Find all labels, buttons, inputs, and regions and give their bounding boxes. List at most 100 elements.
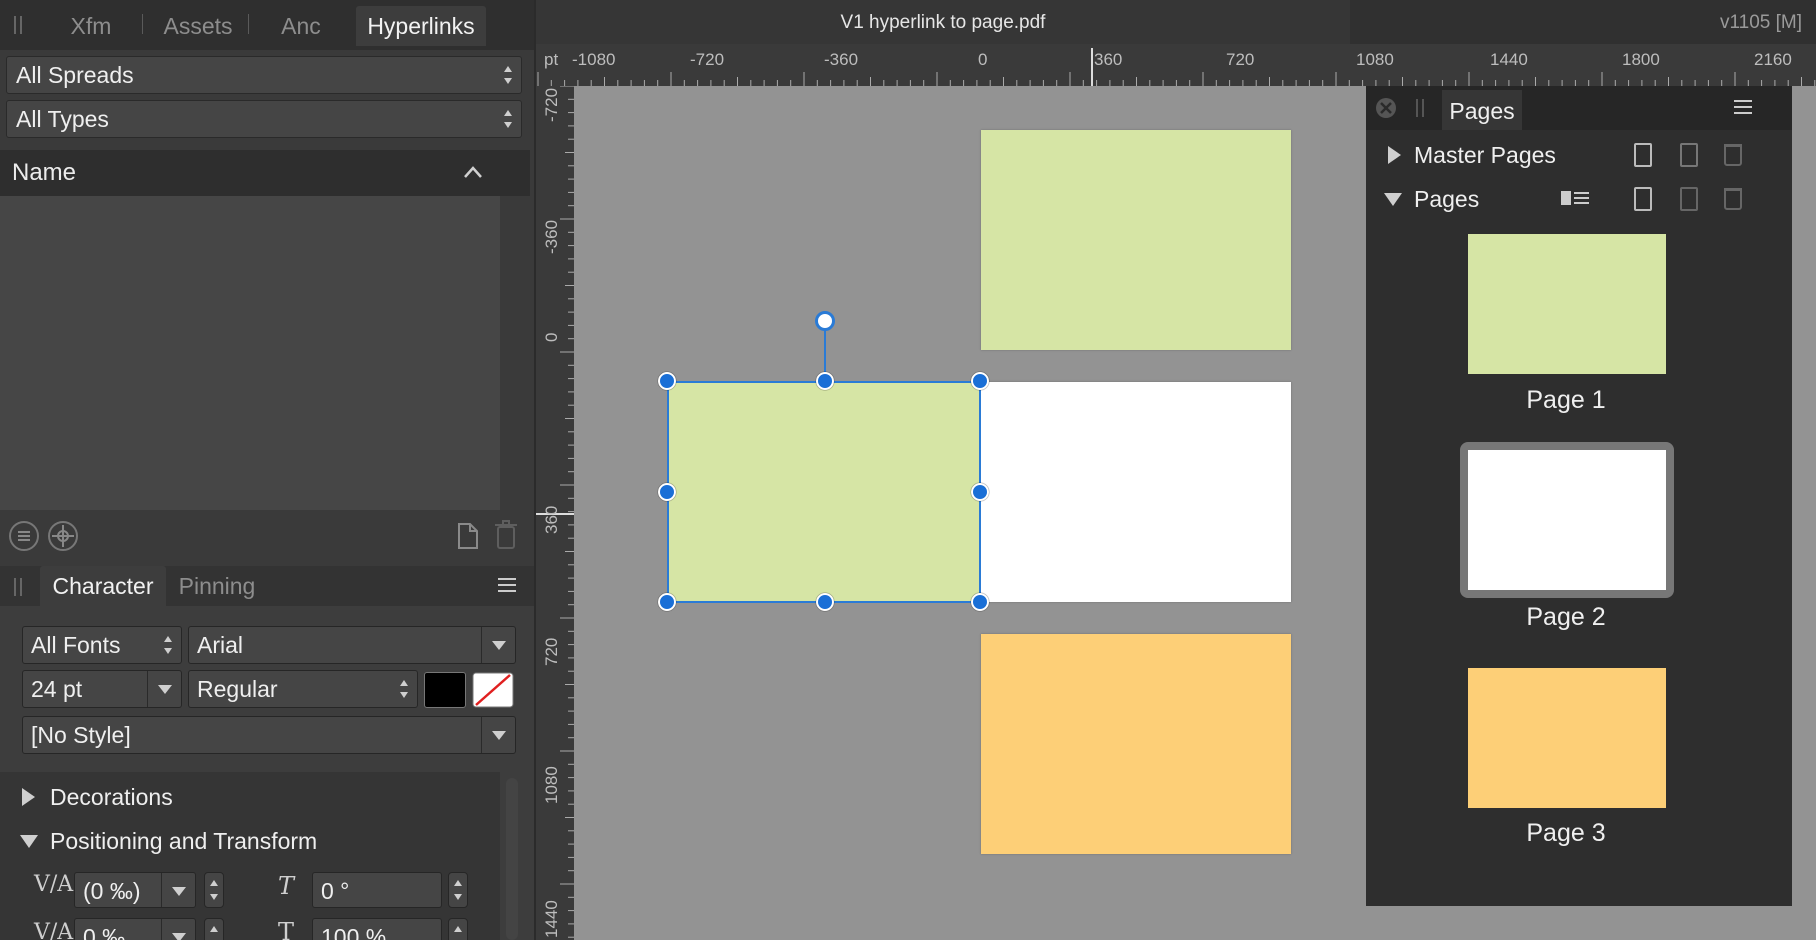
page-2-thumbnail[interactable] xyxy=(1468,450,1666,590)
tab-character[interactable]: Character xyxy=(40,566,166,606)
add-master-page-icon[interactable] xyxy=(1634,143,1652,167)
panel-menu-icon[interactable] xyxy=(1734,100,1752,114)
rotation-handle[interactable] xyxy=(815,311,835,331)
collapse-triangle-icon xyxy=(1384,193,1402,206)
hyperlinks-list[interactable] xyxy=(0,196,500,510)
tab-xfm[interactable]: Xfm xyxy=(48,6,134,46)
tracking-stepper[interactable] xyxy=(204,872,224,908)
tab-pinning[interactable]: Pinning xyxy=(170,566,264,606)
chevron-down-icon[interactable] xyxy=(481,717,515,753)
chevron-down-icon[interactable] xyxy=(481,627,515,663)
resize-handle-top-right[interactable] xyxy=(971,372,989,390)
version-label: v1105 [M] xyxy=(1719,12,1802,33)
master-pages-row[interactable]: Master Pages xyxy=(1366,134,1766,176)
font-style-value: Regular xyxy=(197,676,278,702)
font-size-field[interactable]: 24 pt xyxy=(22,670,182,708)
panel-grip-icon[interactable] xyxy=(14,578,22,596)
no-color-swatch-icon[interactable] xyxy=(472,672,514,708)
tracking-field[interactable]: (0 ‰) xyxy=(74,872,196,908)
ruler-label: -360 xyxy=(824,50,859,69)
tab-anchors[interactable]: Anc xyxy=(256,6,346,46)
font-collection-select[interactable]: All Fonts xyxy=(22,626,182,664)
ruler-label: 1080 xyxy=(1356,50,1394,69)
section-decorations[interactable]: Decorations xyxy=(0,776,500,818)
list-column-header[interactable]: Name xyxy=(0,150,530,196)
trash-icon[interactable] xyxy=(1724,188,1742,210)
trash-icon[interactable] xyxy=(494,520,518,550)
vertical-ruler[interactable]: -720 -360 0 360 720 1080 1440 xyxy=(536,86,574,940)
list-options-icon[interactable] xyxy=(9,521,39,551)
left-panel: Xfm Assets Anc Hyperlinks All Spreads Al… xyxy=(0,0,534,940)
section-positioning-transform[interactable]: Positioning and Transform xyxy=(0,820,500,862)
resize-handle-bottom[interactable] xyxy=(816,593,834,611)
pages-section-label: Pages xyxy=(1414,186,1480,212)
pages-panel-header: Pages xyxy=(1366,86,1792,130)
list-scrollbar[interactable] xyxy=(500,196,530,510)
font-size-value: 24 pt xyxy=(31,676,83,702)
tab-pages[interactable]: Pages xyxy=(1442,90,1522,130)
page-3-label: Page 3 xyxy=(1526,819,1606,847)
page-3-thumbnail[interactable] xyxy=(1468,668,1666,808)
panel-menu-icon[interactable] xyxy=(498,578,516,592)
new-document-icon[interactable] xyxy=(456,522,480,550)
scale-stepper[interactable] xyxy=(448,918,468,940)
go-to-target-icon[interactable] xyxy=(48,521,78,551)
ruler-label: 1080 xyxy=(542,766,561,804)
insert-pages-icon[interactable] xyxy=(1560,190,1590,210)
ruler-label: -1080 xyxy=(572,50,616,69)
spread-filter-select[interactable]: All Spreads xyxy=(6,56,522,94)
close-icon[interactable] xyxy=(1374,96,1398,120)
updown-arrows-icon xyxy=(503,65,513,85)
chevron-down-icon[interactable] xyxy=(161,873,195,907)
trash-icon[interactable] xyxy=(1724,144,1742,166)
resize-handle-left[interactable] xyxy=(658,483,676,501)
page-2-canvas[interactable] xyxy=(981,382,1291,602)
resize-handle-top-left[interactable] xyxy=(658,372,676,390)
page-3-canvas[interactable] xyxy=(981,634,1291,854)
page-1-thumbnail[interactable] xyxy=(1468,234,1666,374)
tab-assets[interactable]: Assets xyxy=(150,6,246,46)
ruler-label: -720 xyxy=(542,87,561,122)
expand-triangle-icon xyxy=(22,788,35,806)
updown-arrows-icon xyxy=(503,109,513,129)
panel-grip-icon[interactable] xyxy=(1416,99,1424,117)
kerning-field[interactable]: 0 ‰ xyxy=(74,918,196,940)
resize-handle-bottom-right[interactable] xyxy=(971,593,989,611)
ruler-label: 1440 xyxy=(1490,50,1528,69)
text-fill-swatch[interactable] xyxy=(424,672,466,708)
selected-rectangle[interactable] xyxy=(667,381,981,603)
kerning-stepper[interactable] xyxy=(204,918,224,940)
duplicate-master-icon[interactable] xyxy=(1680,143,1698,167)
paragraph-style-field[interactable]: [No Style] xyxy=(22,716,516,754)
ruler-label: 720 xyxy=(1226,50,1255,69)
name-column-label: Name xyxy=(12,159,77,186)
shear-stepper[interactable] xyxy=(448,872,468,908)
resize-handle-bottom-left[interactable] xyxy=(658,593,676,611)
font-style-select[interactable]: Regular xyxy=(188,670,418,708)
chevron-down-icon[interactable] xyxy=(147,671,181,707)
type-filter-select[interactable]: All Types xyxy=(6,100,522,138)
ruler-label: 720 xyxy=(542,637,561,666)
shear-icon: T xyxy=(278,872,295,900)
document-tab[interactable]: V1 hyperlink to page.pdf xyxy=(536,0,1350,44)
resize-handle-right[interactable] xyxy=(971,483,989,501)
scale-field[interactable]: 100 % xyxy=(312,918,442,940)
chevron-down-icon[interactable] xyxy=(161,919,195,940)
pages-row[interactable]: Pages xyxy=(1366,178,1766,220)
resize-handle-top[interactable] xyxy=(816,372,834,390)
ruler-label: 360 xyxy=(542,505,561,534)
font-family-field[interactable]: Arial xyxy=(188,626,516,664)
chevron-up-icon[interactable] xyxy=(462,164,484,180)
panel-grip-icon[interactable] xyxy=(14,16,22,34)
shear-field[interactable]: 0 ° xyxy=(312,872,442,908)
page-1-canvas[interactable] xyxy=(981,130,1291,350)
sections-scrollbar[interactable] xyxy=(506,778,518,940)
type-filter-value: All Types xyxy=(16,106,109,132)
add-page-icon[interactable] xyxy=(1634,187,1652,211)
tab-hyperlinks[interactable]: Hyperlinks xyxy=(356,6,486,46)
collapse-triangle-icon xyxy=(20,835,38,848)
horizontal-ruler[interactable]: pt -1080 -720 -360 0 360 720 1080 1440 1… xyxy=(536,44,1816,86)
character-panel: Character Pinning All Fonts Arial 24 pt … xyxy=(0,566,534,940)
ruler-label: 1800 xyxy=(1622,50,1660,69)
duplicate-page-icon[interactable] xyxy=(1680,187,1698,211)
